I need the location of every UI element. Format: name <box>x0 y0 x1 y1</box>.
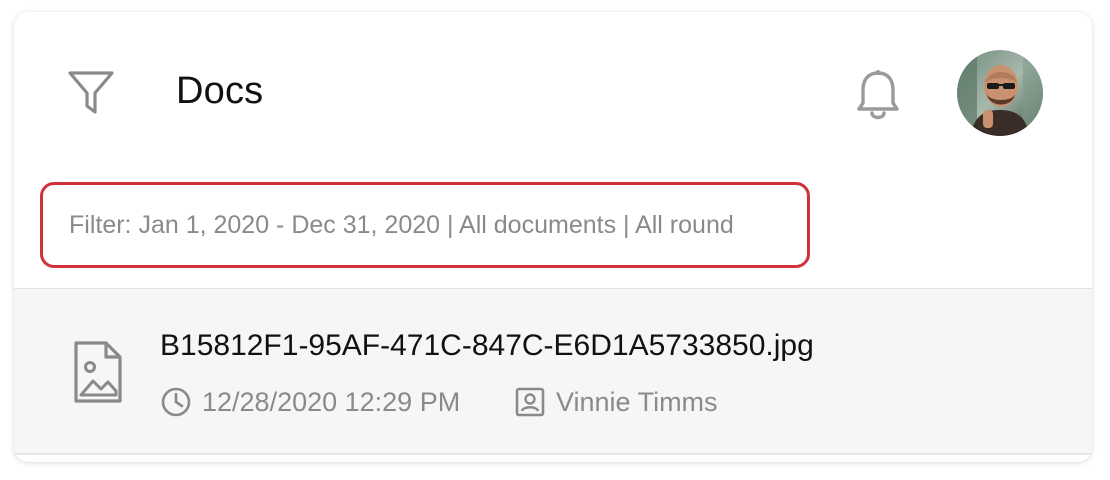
filter-summary[interactable]: Filter: Jan 1, 2020 - Dec 31, 2020 | All… <box>40 182 810 268</box>
avatar[interactable] <box>957 50 1043 136</box>
timestamp-text: 12/28/2020 12:29 PM <box>202 386 461 417</box>
list-item[interactable]: B15812F1-95AF-471C-847C-E6D1A5733850.jpg… <box>14 289 1092 453</box>
bell-icon <box>857 70 899 120</box>
contact-card-icon <box>515 387 545 417</box>
document-author: Vinnie Timms <box>514 386 718 418</box>
filter-funnel-icon <box>68 71 114 114</box>
user-avatar-photo <box>957 50 1043 136</box>
header: Docs <box>14 12 1092 172</box>
list-bottom-border <box>14 453 1092 455</box>
author-text: Vinnie Timms <box>556 386 718 417</box>
docs-card: Docs Filter: Jan 1, 2020 - Dec 31, 2020 … <box>14 12 1092 462</box>
notifications-button[interactable] <box>850 66 906 126</box>
page-title: Docs <box>176 70 264 112</box>
image-file-icon <box>74 341 122 403</box>
filter-summary-text: Filter: Jan 1, 2020 - Dec 31, 2020 | All… <box>69 210 734 239</box>
clock-icon <box>161 387 191 417</box>
filter-button[interactable] <box>64 66 118 120</box>
document-name: B15812F1-95AF-471C-847C-E6D1A5733850.jpg <box>160 329 814 362</box>
document-timestamp: 12/28/2020 12:29 PM <box>160 386 460 418</box>
